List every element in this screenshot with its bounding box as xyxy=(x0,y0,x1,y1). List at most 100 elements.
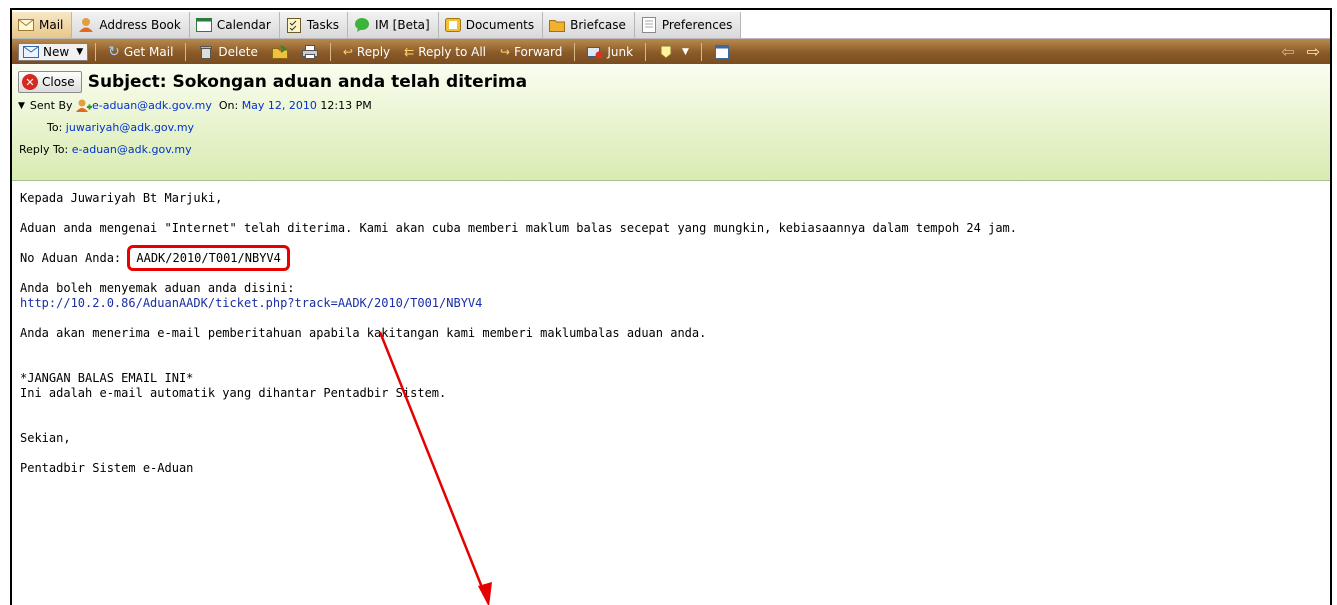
body-paragraph: Aduan anda mengenai "Internet" telah dit… xyxy=(20,221,1017,235)
sent-by-row: ▼ Sent By e-aduan@adk.gov.my On: May 12,… xyxy=(18,95,1324,117)
complaint-number-line: No Aduan Anda: AADK/2010/T001/NBYV4 xyxy=(20,245,1322,271)
reply-all-icon: ⇇ xyxy=(404,44,415,59)
mail-window: Mail Address Book Calendar Tasks IM [Bet… xyxy=(10,8,1332,605)
print-button[interactable] xyxy=(297,43,323,61)
toolbar-divider xyxy=(645,42,647,61)
automatic-email-text: Ini adalah e-mail automatik yang dihanta… xyxy=(20,386,447,400)
toolbar-divider xyxy=(329,42,331,61)
subject-row: ✕ Close Subject: Sokongan aduan anda tel… xyxy=(18,69,1324,95)
new-window-button[interactable] xyxy=(709,43,735,61)
delete-button[interactable]: Delete xyxy=(193,43,262,61)
junk-icon xyxy=(587,45,603,59)
reply-label: Reply xyxy=(356,44,391,59)
move-button[interactable] xyxy=(267,43,293,61)
close-label: Close xyxy=(42,75,75,89)
trash-icon xyxy=(198,45,214,59)
to-row: To: juwariyah@adk.gov.my xyxy=(18,117,1324,139)
tab-label: Mail xyxy=(39,18,64,32)
new-label: New xyxy=(43,44,70,59)
new-button[interactable]: New ▼ xyxy=(18,42,89,61)
ticket-link[interactable]: http://10.2.0.86/AduanAADK/ticket.php?tr… xyxy=(20,296,482,310)
message-header: ✕ Close Subject: Sokongan aduan anda tel… xyxy=(12,64,1330,181)
toolbar-divider xyxy=(574,42,576,61)
chevron-down-icon[interactable]: ▼ xyxy=(76,47,83,57)
new-mail-icon xyxy=(23,45,39,59)
reply-to-label: Reply To: xyxy=(19,143,69,156)
refresh-icon: ↻ xyxy=(108,43,120,60)
move-folder-icon xyxy=(271,44,288,59)
collapse-triangle-icon[interactable]: ▼ xyxy=(18,95,25,117)
greeting-text: Kepada Juwariyah Bt Marjuki, xyxy=(20,191,223,205)
address-book-icon xyxy=(78,18,94,32)
on-label: On: xyxy=(218,99,239,112)
message-body: Kepada Juwariyah Bt Marjuki, Aduan anda … xyxy=(12,181,1330,501)
reply-all-button[interactable]: ⇇ Reply to All xyxy=(399,43,491,61)
tab-tasks[interactable]: Tasks xyxy=(279,12,348,38)
sender-link[interactable]: e-aduan@adk.gov.my xyxy=(92,95,212,117)
date-link[interactable]: May 12, 2010 xyxy=(242,95,317,117)
tab-mail[interactable]: Mail xyxy=(12,12,73,38)
junk-label: Junk xyxy=(607,44,634,59)
tasks-icon xyxy=(286,18,302,33)
briefcase-icon xyxy=(549,18,566,32)
forward-label: Forward xyxy=(514,44,563,59)
calendar-icon xyxy=(195,18,212,32)
tab-label: Address Book xyxy=(99,18,181,32)
mail-icon xyxy=(18,18,34,32)
tab-calendar[interactable]: Calendar xyxy=(189,12,280,38)
next-arrow-icon[interactable]: ⇨ xyxy=(1303,42,1324,61)
subject-text: Subject: Sokongan aduan anda telah diter… xyxy=(87,72,528,92)
check-status-text: Anda boleh menyemak aduan anda disini: xyxy=(20,281,295,295)
mail-toolbar: New ▼ ↻ Get Mail Delete ↩ Reply ⇇ Reply … xyxy=(12,39,1330,64)
tab-documents[interactable]: Documents xyxy=(438,12,544,38)
tab-label: Documents xyxy=(465,18,535,32)
reply-all-label: Reply to All xyxy=(418,44,487,59)
close-button[interactable]: ✕ Close xyxy=(18,71,82,93)
delete-label: Delete xyxy=(218,44,258,59)
reply-button[interactable]: ↩ Reply xyxy=(338,43,395,61)
tag-icon xyxy=(658,45,674,59)
tab-bar-filler xyxy=(741,12,1330,38)
complaint-number-highlight: AADK/2010/T001/NBYV4 xyxy=(127,245,290,271)
chat-bubble-icon xyxy=(354,18,370,32)
documents-icon xyxy=(444,18,461,32)
reply-icon: ↩ xyxy=(342,44,353,59)
chevron-down-icon[interactable]: ▼ xyxy=(682,47,689,57)
do-not-reply-text: *JANGAN BALAS EMAIL INI* xyxy=(20,371,194,385)
preferences-icon xyxy=(641,17,657,33)
previous-arrow-icon[interactable]: ⇦ xyxy=(1277,42,1298,61)
tab-label: Briefcase xyxy=(570,18,626,32)
junk-button[interactable]: Junk xyxy=(582,43,638,61)
check-status-paragraph: Anda boleh menyemak aduan anda disini: ht… xyxy=(20,281,1322,311)
tab-label: Calendar xyxy=(216,18,271,32)
tab-label: Tasks xyxy=(306,18,339,32)
signature-text: Pentadbir Sistem e-Aduan xyxy=(20,461,194,475)
sent-by-label: Sent By xyxy=(29,99,73,112)
tab-preferences[interactable]: Preferences xyxy=(634,12,742,38)
forward-button[interactable]: ↪ Forward xyxy=(495,43,567,61)
new-window-icon xyxy=(714,44,730,59)
tab-label: Preferences xyxy=(661,18,733,32)
tag-button[interactable]: ▼ xyxy=(653,43,694,61)
printer-icon xyxy=(301,44,318,59)
time-text: 12:13 PM xyxy=(320,99,372,112)
notification-paragraph: Anda akan menerima e-mail pemberitahuan … xyxy=(20,326,707,340)
warning-paragraph: *JANGAN BALAS EMAIL INI* Ini adalah e-mai… xyxy=(20,371,1322,401)
add-contact-icon[interactable] xyxy=(76,99,93,113)
tab-label: IM [Beta] xyxy=(374,18,430,32)
to-label: To: xyxy=(47,121,63,134)
reply-to-row: Reply To: e-aduan@adk.gov.my xyxy=(18,139,1324,161)
toolbar-divider xyxy=(95,42,97,61)
reply-to-link[interactable]: e-aduan@adk.gov.my xyxy=(72,139,192,161)
tab-briefcase[interactable]: Briefcase xyxy=(543,12,635,38)
toolbar-divider xyxy=(185,42,187,61)
to-link[interactable]: juwariyah@adk.gov.my xyxy=(66,117,194,139)
get-mail-button[interactable]: ↻ Get Mail xyxy=(103,42,178,62)
toolbar-divider xyxy=(700,42,702,61)
forward-icon: ↪ xyxy=(500,44,511,59)
get-mail-label: Get Mail xyxy=(123,44,174,59)
tab-im[interactable]: IM [Beta] xyxy=(347,12,439,38)
app-tab-bar: Mail Address Book Calendar Tasks IM [Bet… xyxy=(12,10,1330,39)
tab-address-book[interactable]: Address Book xyxy=(72,12,190,38)
closing-text: Sekian, xyxy=(20,431,71,445)
